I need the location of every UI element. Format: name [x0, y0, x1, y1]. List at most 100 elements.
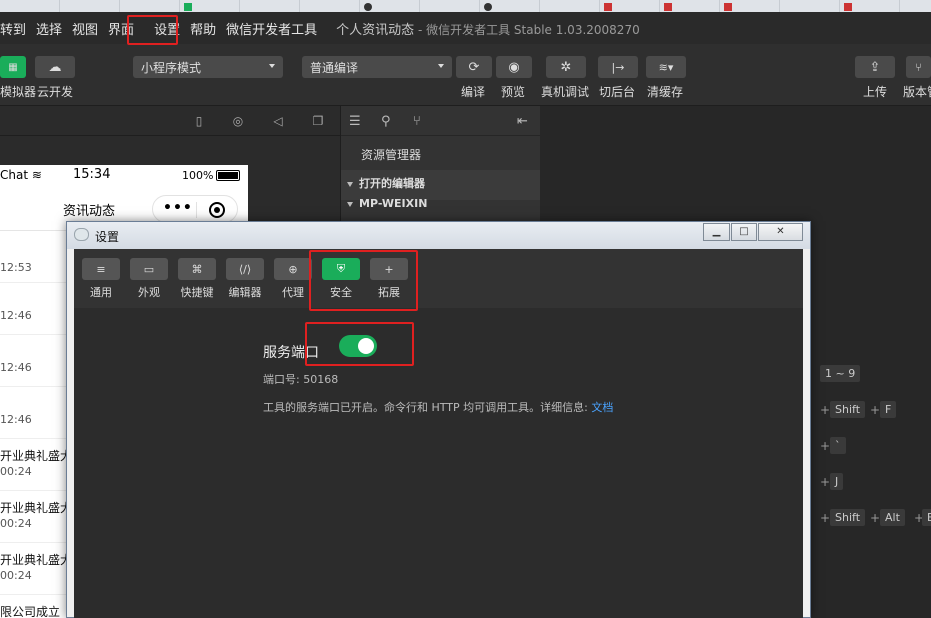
maximize-button[interactable]: □	[731, 223, 757, 241]
port-number: 端口号: 50168	[263, 373, 339, 386]
chevron-down-icon	[269, 64, 275, 68]
phone-status-bar: Chat ≋ 15:34 100%	[0, 165, 248, 187]
dialog-content: ≡ 通用 ▭ 外观 ⌘ 快捷键 ⟨/⟩ 编辑器 ⊕ 代理 ⛨ 安全 + 拓展 服务端口 端口号…	[74, 249, 803, 618]
simulator-toolbar: ▯ ◎ ◁ ❐	[0, 106, 340, 136]
compile-select[interactable]: 普通编译	[302, 56, 452, 78]
cloud-icon: ☁	[48, 59, 62, 75]
browser-tab[interactable]	[600, 0, 660, 12]
bug-icon: ✲	[560, 59, 572, 75]
shortcut-plus: +	[820, 439, 831, 453]
browser-tab[interactable]	[300, 0, 360, 12]
mode-select[interactable]: 小程序模式	[133, 56, 283, 78]
nav-title: 资讯动态	[63, 204, 116, 219]
layers-icon: ≋▾	[658, 60, 674, 74]
chevron-down-icon	[438, 64, 444, 68]
compile-label: 编译	[461, 85, 486, 99]
settings-dialog: 设置 ▁ □ ✕ ≡ 通用 ▭ 外观 ⌘ 快捷键 ⟨/⟩ 编辑器 ⊕ 代理 ⛨ 安全 + 拓展…	[66, 221, 811, 618]
main-toolbar: ▦ 模拟器 ☁ 云开发 小程序模式 普通编译 ⟳ 编译 ◉ 预览 ✲ 真机调试 …	[0, 44, 931, 106]
command-icon: ⌘	[178, 258, 216, 280]
git-branch-icon[interactable]: ⑂	[413, 114, 421, 129]
browser-tab[interactable]	[780, 0, 840, 12]
remote-debug-button[interactable]: ✲	[546, 56, 586, 78]
preview-button[interactable]: ◉	[496, 56, 532, 78]
more-icon[interactable]: •••	[163, 200, 193, 216]
shortcut-key: F	[880, 401, 897, 418]
menu-goto[interactable]: 转到	[0, 19, 31, 38]
browser-tab[interactable]	[540, 0, 600, 12]
browser-tab[interactable]	[180, 0, 240, 12]
dialog-title-bar[interactable]: 设置 ▁ □ ✕	[67, 222, 810, 249]
browser-tab[interactable]	[240, 0, 300, 12]
tab-editor[interactable]: ⟨/⟩ 编辑器	[222, 258, 268, 300]
browser-tab[interactable]	[660, 0, 720, 12]
browser-tab[interactable]	[60, 0, 120, 12]
phone-icon[interactable]: ▯	[192, 114, 206, 128]
compile-button[interactable]: ⟳	[456, 56, 492, 78]
background-button[interactable]: |→	[598, 56, 638, 78]
tab-shortcuts[interactable]: ⌘ 快捷键	[174, 258, 220, 300]
minimize-button[interactable]: ▁	[703, 223, 730, 241]
mini-program-capsule[interactable]: •••	[152, 195, 238, 223]
shortcut-plus: +	[870, 403, 881, 417]
window-title: 个人资讯动态 - 微信开发者工具 Stable 1.03.2008270	[336, 22, 640, 38]
settings-tabs: ≡ 通用 ▭ 外观 ⌘ 快捷键 ⟨/⟩ 编辑器 ⊕ 代理 ⛨ 安全 + 拓展	[74, 249, 803, 308]
menu-wechat-devtools[interactable]: 微信开发者工具	[221, 19, 322, 38]
open-editors-section[interactable]: 打开的编辑器	[347, 175, 425, 191]
shortcut-key: 1 ~ 9	[820, 365, 861, 382]
collapse-panel-icon[interactable]: ⇤	[517, 114, 528, 129]
battery-percent: 100%	[182, 169, 214, 182]
docs-link[interactable]: 文档	[591, 401, 613, 414]
shortcut-key: E	[922, 509, 931, 526]
close-button[interactable]: ✕	[758, 223, 803, 241]
preview-label: 预览	[501, 85, 526, 99]
browser-tab[interactable]	[360, 0, 420, 12]
cloud-dev-button[interactable]: ☁	[35, 56, 75, 78]
tab-general[interactable]: ≡ 通用	[78, 258, 124, 300]
shortcut-key: Alt	[880, 509, 905, 526]
version-button[interactable]: ⑂	[906, 56, 931, 78]
browser-tab[interactable]	[0, 0, 60, 12]
globe-icon: ⊕	[274, 258, 312, 280]
shortcut-plus: +	[820, 511, 831, 525]
explorer-title: 资源管理器	[361, 148, 422, 162]
version-label: 版本管	[903, 85, 931, 99]
battery-icon	[216, 170, 240, 181]
clear-cache-label: 清缓存	[647, 85, 684, 99]
browser-tab[interactable]	[480, 0, 540, 12]
upload-button[interactable]: ⇪	[855, 56, 895, 78]
menu-select[interactable]: 选择	[31, 19, 67, 38]
close-mini-program-icon[interactable]	[209, 202, 225, 218]
dialog-title: 设置	[95, 230, 120, 244]
cloud-dev-label: 云开发	[37, 85, 74, 99]
clear-cache-button[interactable]: ≋▾	[646, 56, 686, 78]
list-icon[interactable]: ☰	[349, 114, 361, 129]
security-settings-panel: 服务端口 端口号: 50168 工具的服务端口已开启。命令行和 HTTP 均可调…	[74, 308, 803, 618]
window-icon[interactable]: ❐	[311, 114, 325, 128]
browser-tab[interactable]	[840, 0, 900, 12]
tab-appearance[interactable]: ▭ 外观	[126, 258, 172, 300]
shortcut-key: Shift	[830, 401, 866, 418]
record-icon[interactable]: ◎	[231, 114, 245, 128]
layout-icon: ▭	[130, 258, 168, 280]
shortcut-plus: +	[820, 403, 831, 417]
menu-view[interactable]: 视图	[67, 19, 103, 38]
browser-tab[interactable]	[720, 0, 780, 12]
refresh-icon: ⟳	[468, 59, 480, 75]
project-section[interactable]: MP-WEIXIN	[347, 197, 427, 210]
wifi-icon: ≋	[31, 168, 42, 182]
shortcut-plus: +	[820, 475, 831, 489]
status-time: 15:34	[73, 167, 111, 182]
arrow-right-bar-icon: |→	[611, 60, 625, 74]
simulator-toggle-button[interactable]: ▦	[0, 56, 26, 78]
explorer-toolbar: ☰ ⚲ ⑂ ⇤	[341, 106, 540, 136]
browser-tab[interactable]	[120, 0, 180, 12]
shortcut-key: J	[830, 473, 844, 490]
search-icon[interactable]: ⚲	[381, 114, 391, 129]
browser-tab[interactable]	[420, 0, 480, 12]
sliders-icon: ≡	[82, 258, 120, 280]
carrier-label: Chat ≋	[0, 168, 42, 182]
menu-help[interactable]: 帮助	[185, 19, 221, 38]
upload-label: 上传	[863, 85, 888, 99]
shortcut-key: `	[830, 437, 846, 454]
speaker-icon[interactable]: ◁	[271, 114, 285, 128]
